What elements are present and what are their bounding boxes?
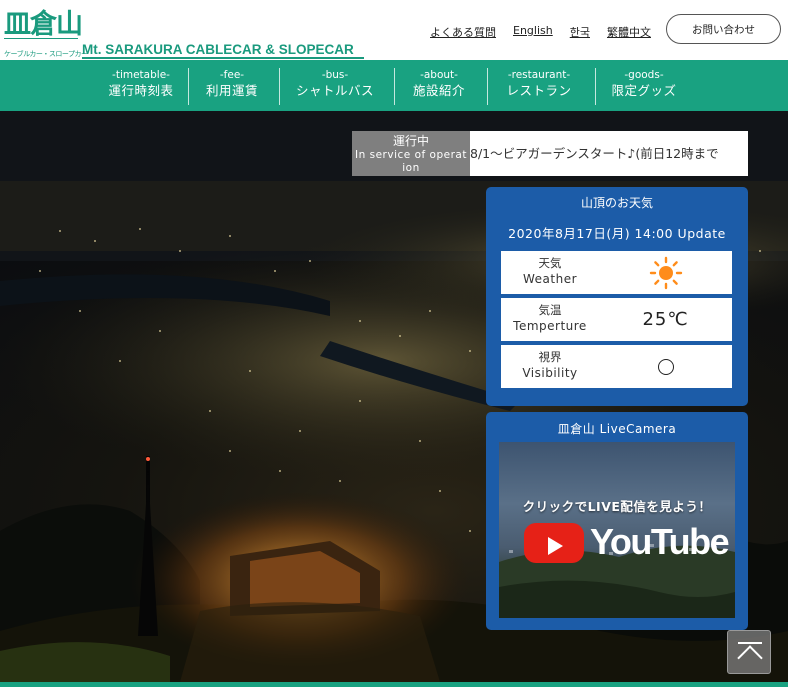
weather-label-jp: 気温: [538, 303, 562, 317]
live-camera-title: 皿倉山 LiveCamera: [557, 422, 677, 436]
weather-title: 山頂のお天気: [580, 196, 653, 210]
english-link[interactable]: English: [513, 24, 553, 40]
temperature-value: 25℃: [642, 309, 689, 330]
korean-link[interactable]: 한국: [570, 24, 590, 40]
nav-item-en: -about-: [420, 69, 458, 81]
main-nav: -timetable- 運行時刻表 -fee- 利用運賃 -bus- シャトルバ…: [0, 60, 788, 111]
status-label-jp: 運行中: [392, 134, 429, 148]
status-ticker[interactable]: 8/1～ビアガーデンスタート♪(前日12時まで: [470, 131, 748, 176]
site-logo[interactable]: 皿倉山 ケーブルカー・スロープカー Mt. SARAKURA CABLECAR …: [2, 2, 367, 59]
weather-label-en: Visibility: [522, 366, 578, 380]
site-header: 皿倉山 ケーブルカー・スロープカー Mt. SARAKURA CABLECAR …: [0, 0, 788, 60]
weather-label-jp: 視界: [538, 350, 562, 364]
nav-item-timetable[interactable]: -timetable- 運行時刻表: [98, 68, 184, 105]
top-links: よくある質問 English 한국 繁體中文: [430, 24, 668, 40]
weather-label-en: Temperture: [513, 319, 587, 333]
weather-updated: 2020年8月17日(月) 14:00 Update: [508, 226, 726, 241]
nav-item-bus[interactable]: -bus- シャトルバス: [282, 68, 388, 105]
weather-value: 25℃: [599, 298, 732, 341]
traditional-chinese-link[interactable]: 繁體中文: [607, 24, 651, 40]
weather-row-condition: 天気 Weather: [501, 251, 732, 294]
weather-row-label: 天気 Weather: [501, 251, 599, 294]
weather-row-label: 気温 Temperture: [501, 298, 599, 341]
logo-kanji: 皿倉山: [4, 9, 83, 40]
nav-item-en: -restaurant-: [507, 69, 571, 81]
nav-item-goods[interactable]: -goods- 限定グッズ: [598, 68, 690, 105]
nav-item-en: -fee-: [219, 69, 245, 81]
weather-row-temperature: 気温 Temperture 25℃: [501, 298, 732, 341]
logo-bar: [82, 57, 364, 59]
contact-button[interactable]: お問い合わせ: [666, 14, 781, 44]
nav-item-restaurant[interactable]: -restaurant- レストラン: [490, 68, 588, 105]
nav-item-fee[interactable]: -fee- 利用運賃: [190, 68, 274, 105]
sun-icon: [649, 256, 682, 289]
faq-link[interactable]: よくある質問: [430, 24, 496, 40]
youtube-wordmark: YouTube: [590, 521, 730, 562]
nav-divider: [394, 68, 395, 105]
weather-row-label: 視界 Visibility: [501, 345, 599, 388]
operation-status-banner: 運行中 In service of operat ion 8/1～ビアガーデンス…: [352, 131, 748, 176]
logo-kana: ケーブルカー・スロープカー: [4, 50, 88, 58]
status-label-en-line1: In service of operat: [355, 149, 467, 161]
nav-item-en: -bus-: [321, 69, 349, 81]
status-label-en-line2: ion: [402, 162, 420, 174]
nav-item-jp: 限定グッズ: [611, 83, 677, 98]
back-to-top-button[interactable]: [727, 630, 771, 674]
weather-label-jp: 天気: [538, 256, 562, 270]
top-bar-icon: [738, 642, 762, 644]
weather-row-visibility: 視界 Visibility: [501, 345, 732, 388]
nav-item-jp: 利用運賃: [205, 83, 258, 98]
nav-item-jp: シャトルバス: [295, 83, 374, 98]
weather-value: [599, 345, 732, 388]
footer-strip: [0, 682, 788, 687]
weather-value: [599, 251, 732, 294]
logo-english: Mt. SARAKURA CABLECAR & SLOPECAR: [82, 42, 354, 57]
logo-underline: [4, 38, 78, 39]
nav-item-about[interactable]: -about- 施設紹介: [396, 68, 482, 105]
nav-divider: [595, 68, 596, 105]
nav-item-jp: 運行時刻表: [108, 83, 174, 98]
weather-label-en: Weather: [522, 272, 578, 286]
nav-divider: [188, 68, 189, 105]
circle-good-icon: [657, 358, 674, 375]
nav-item-jp: 施設紹介: [412, 83, 465, 98]
nav-item-en: -goods-: [624, 69, 664, 81]
youtube-logo: YouTube: [524, 520, 730, 564]
nav-item-en: -timetable-: [112, 69, 170, 81]
youtube-play-button: [524, 523, 584, 563]
play-icon: [548, 537, 563, 555]
summit-weather-panel: 山頂のお天気 2020年8月17日(月) 14:00 Update 天気 Wea…: [486, 187, 748, 406]
nav-divider: [487, 68, 488, 105]
nav-divider: [279, 68, 280, 105]
nav-item-jp: レストラン: [506, 83, 572, 98]
status-label: 運行中 In service of operat ion: [352, 131, 470, 176]
live-camera-cta: クリックでLIVE配信を見よう！: [522, 499, 712, 514]
live-camera-panel: 皿倉山 LiveCamera クリックでLIVE配信を見よう！ YouTube: [486, 412, 748, 630]
live-camera-thumbnail[interactable]: クリックでLIVE配信を見よう！ YouTube: [499, 442, 735, 618]
chevron-up-icon: [737, 645, 763, 671]
